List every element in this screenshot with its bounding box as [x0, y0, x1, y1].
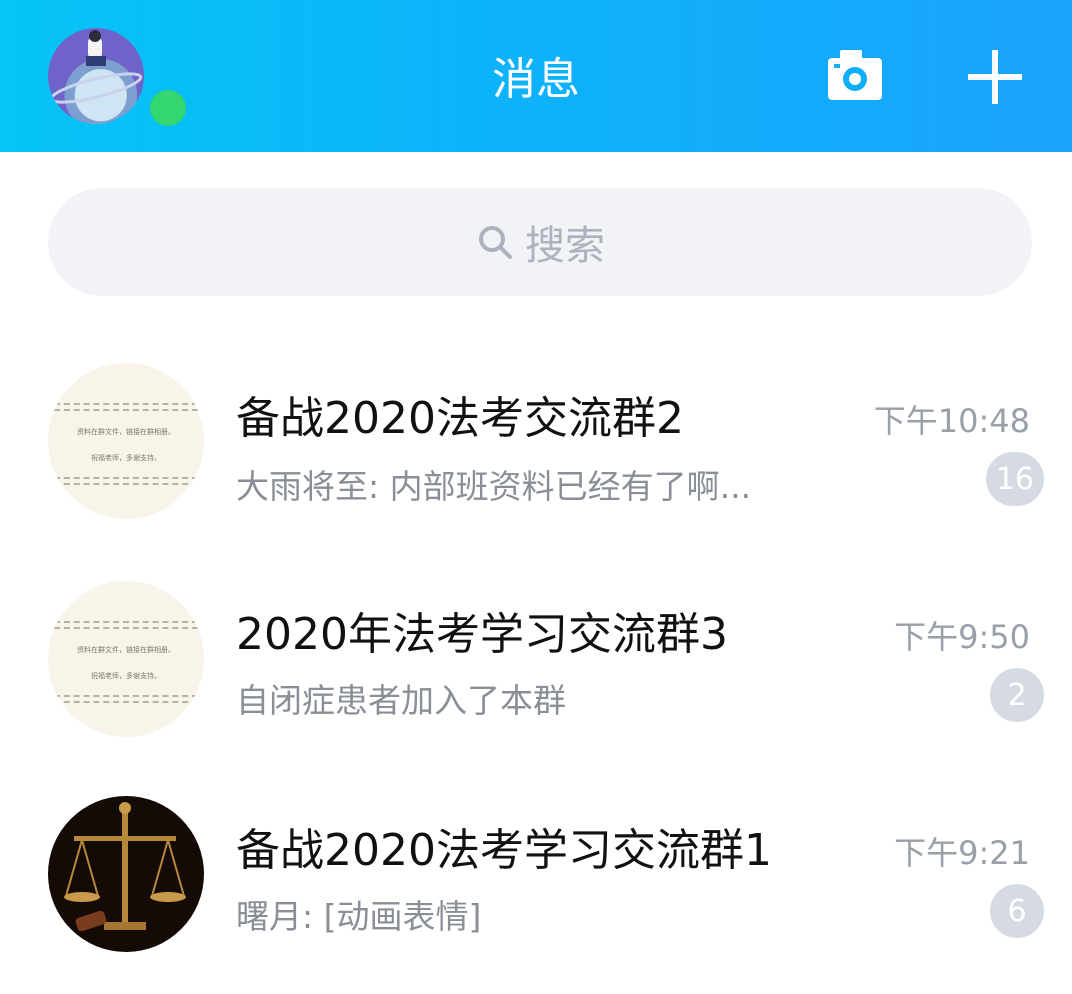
plus-icon — [968, 50, 1022, 104]
unread-badge: 2 — [990, 668, 1044, 722]
conversation-name: 2020年法考学习交流群3 — [236, 609, 728, 660]
search-bar[interactable]: 搜索 — [48, 188, 1032, 296]
conversation-row[interactable]: 资料在群文件，链接在群相册。 祝福老师，多谢支持。 备战2020法考交流群2 大… — [0, 360, 1072, 560]
avatar-caption: 资料在群文件，链接在群相册。 — [77, 646, 175, 654]
conversation-time: 下午10:48 — [873, 402, 1030, 440]
conversation-name: 备战2020法考交流群2 — [236, 393, 684, 444]
conversation-time: 下午9:21 — [894, 834, 1030, 872]
unread-badge: 6 — [990, 884, 1044, 938]
unread-badge: 16 — [985, 452, 1044, 506]
avatar-caption: 资料在群文件，链接在群相册。 — [77, 428, 175, 436]
page-title: 消息 — [492, 54, 580, 105]
avatar-caption: 祝福老师，多谢支持。 — [91, 672, 161, 680]
conversation-last-message: 曙月: [动画表情] — [236, 897, 482, 936]
conversation-time: 下午9:50 — [894, 618, 1030, 656]
search-placeholder: 搜索 — [525, 223, 605, 269]
camera-button[interactable] — [826, 46, 884, 104]
add-button[interactable] — [966, 48, 1024, 106]
group-avatar — [48, 796, 204, 952]
conversation-last-message: 自闭症患者加入了本群 — [236, 681, 566, 720]
group-avatar: 资料在群文件，链接在群相册。 祝福老师，多谢支持。 — [48, 581, 204, 737]
camera-icon — [828, 50, 882, 100]
group-avatar: 资料在群文件，链接在群相册。 祝福老师，多谢支持。 — [48, 363, 204, 519]
conversation-row[interactable]: 备战2020法考学习交流群1 曙月: [动画表情] 下午9:21 6 — [0, 794, 1072, 994]
conversation-name: 备战2020法考学习交流群1 — [236, 825, 772, 876]
avatar-caption: 祝福老师，多谢支持。 — [91, 454, 161, 462]
conversation-row[interactable]: 资料在群文件，链接在群相册。 祝福老师，多谢支持。 2020年法考学习交流群3 … — [0, 578, 1072, 778]
conversation-last-message: 大雨将至: 内部班资料已经有了啊... — [236, 467, 752, 506]
header-bar: 消息 — [0, 0, 1072, 152]
search-icon — [479, 226, 512, 259]
